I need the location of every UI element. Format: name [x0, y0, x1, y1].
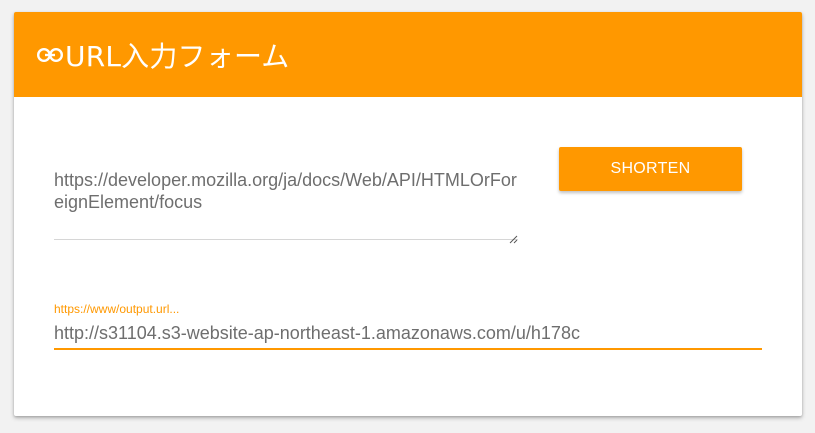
page-title: URL入力フォーム	[65, 39, 290, 73]
url-form-card: URL入力フォーム https://developer.mozilla.org/…	[14, 12, 802, 416]
card-header: URL入力フォーム	[14, 12, 802, 97]
url-input[interactable]: https://developer.mozilla.org/ja/docs/We…	[54, 164, 518, 240]
shorten-button[interactable]: SHORTEN	[559, 147, 742, 191]
link-icon	[36, 41, 64, 69]
output-url-field[interactable]	[54, 318, 762, 350]
resize-handle-icon[interactable]	[509, 231, 518, 244]
output-field-label: https://www/output.url...	[54, 302, 180, 316]
